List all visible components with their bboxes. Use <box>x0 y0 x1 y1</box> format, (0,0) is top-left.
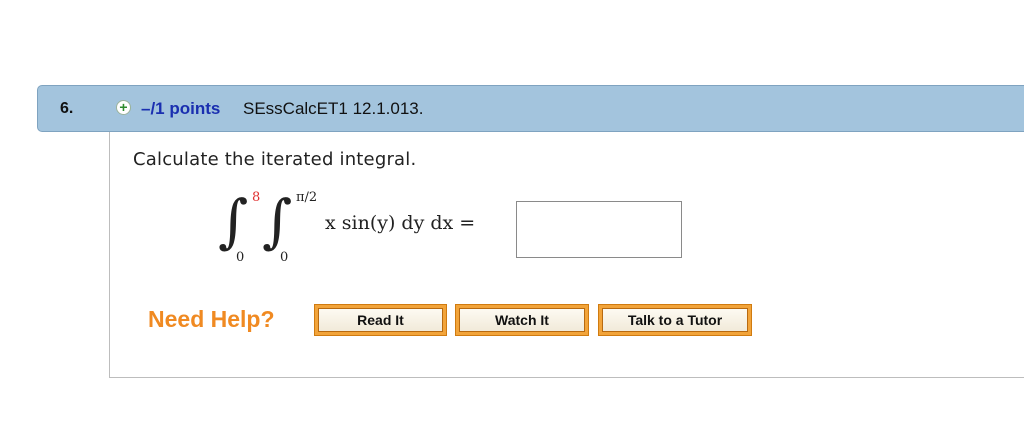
points-label: –/1 points <box>141 99 221 118</box>
question-number: 6. <box>60 100 74 117</box>
watch-it-label: Watch It <box>459 308 585 332</box>
plus-circle-icon[interactable]: + <box>116 100 131 115</box>
need-help-label: Need Help? <box>148 306 275 332</box>
talk-to-tutor-button[interactable]: Talk to a Tutor <box>598 304 752 336</box>
question-header: 6. + –/1 points SEssCalcET1 12.1.013. <box>37 85 1024 132</box>
inner-lower-limit: 0 <box>280 250 289 265</box>
iterated-integral: ∫ 8 0 ∫ π/2 0 x sin(y) dy dx = <box>218 188 518 268</box>
outer-integral-sign: ∫ <box>218 187 249 255</box>
watch-it-button[interactable]: Watch It <box>455 304 589 336</box>
read-it-label: Read It <box>318 308 443 332</box>
read-it-button[interactable]: Read It <box>314 304 447 336</box>
question-prompt: Calculate the iterated integral. <box>133 149 417 170</box>
talk-to-tutor-label: Talk to a Tutor <box>602 308 748 332</box>
outer-lower-limit: 0 <box>236 250 245 265</box>
outer-upper-limit: 8 <box>252 190 261 205</box>
inner-upper-limit: π/2 <box>296 190 318 205</box>
question-id: SEssCalcET1 12.1.013. <box>243 99 424 118</box>
inner-integral-sign: ∫ <box>262 187 293 255</box>
answer-input[interactable] <box>516 201 682 258</box>
integrand: x sin(y) dy dx = <box>325 212 476 234</box>
